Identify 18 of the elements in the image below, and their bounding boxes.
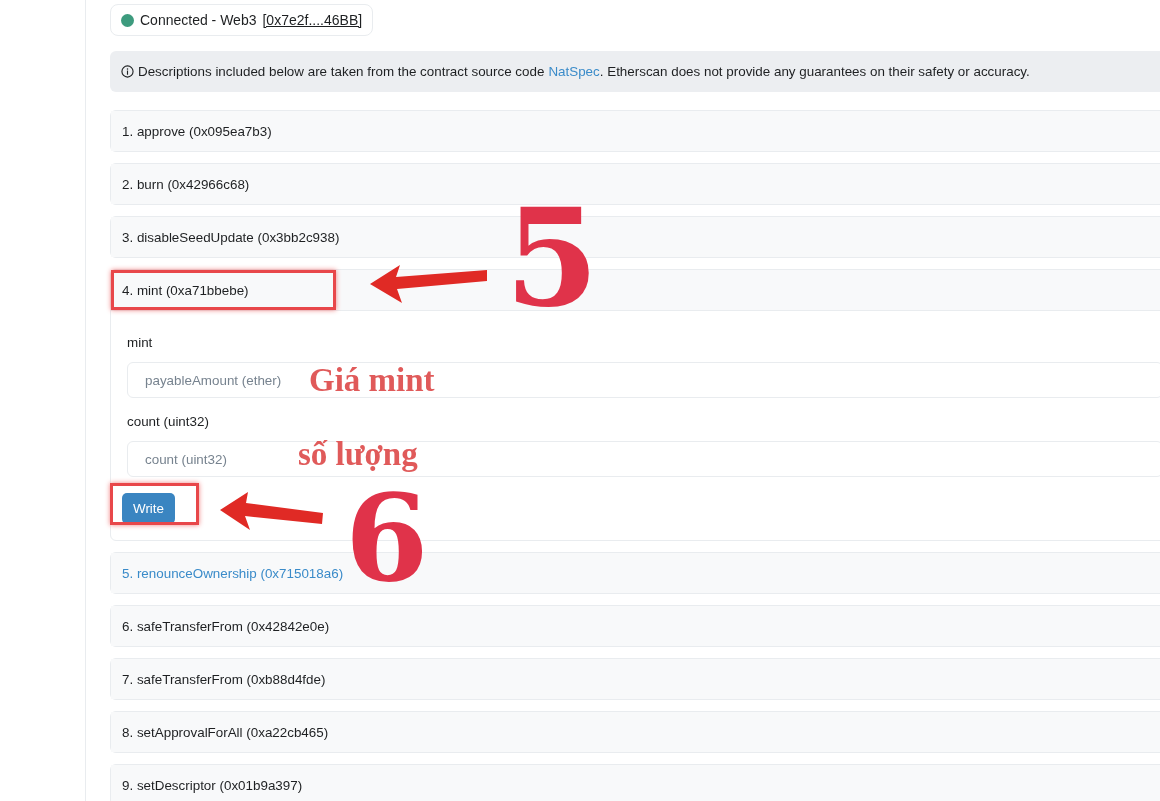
annotation-note: Giá mint <box>309 364 435 397</box>
field-label: mint <box>127 335 154 350</box>
input-field[interactable]: payableAmount (ether) <box>128 363 304 397</box>
write-button[interactable]: Write <box>122 493 175 524</box>
notice-text: Descriptions included below are taken from the contract source code <box>138 64 545 79</box>
status-text: Connected - Web3 <box>140 12 257 28</box>
function-header[interactable]: 7. safeTransferFrom (0xb88d4fde) <box>111 659 1160 699</box>
input-field[interactable]: count (uint32) <box>128 442 278 476</box>
notice-text: . Etherscan does not provide any guarantees on their safety or accuracy. <box>599 64 1030 79</box>
annotation-note: số lượng <box>298 438 418 471</box>
field-label: count (uint32) <box>127 414 210 429</box>
function-header[interactable]: 2. burn (0x42966c68) <box>111 164 1160 204</box>
function-header[interactable]: 8. setApprovalForAll (0xa22cb465) <box>111 712 1160 752</box>
wallet-address-link[interactable]: [0x7e2f....46BB] <box>262 12 363 28</box>
function-header[interactable]: 6. safeTransferFrom (0x42842e0e) <box>111 606 1160 646</box>
function-header[interactable]: 9. setDescriptor (0x01b9a397) <box>111 765 1160 801</box>
function-header[interactable]: 1. approve (0x095ea7b3) <box>111 111 1160 151</box>
info-icon <box>121 65 134 78</box>
